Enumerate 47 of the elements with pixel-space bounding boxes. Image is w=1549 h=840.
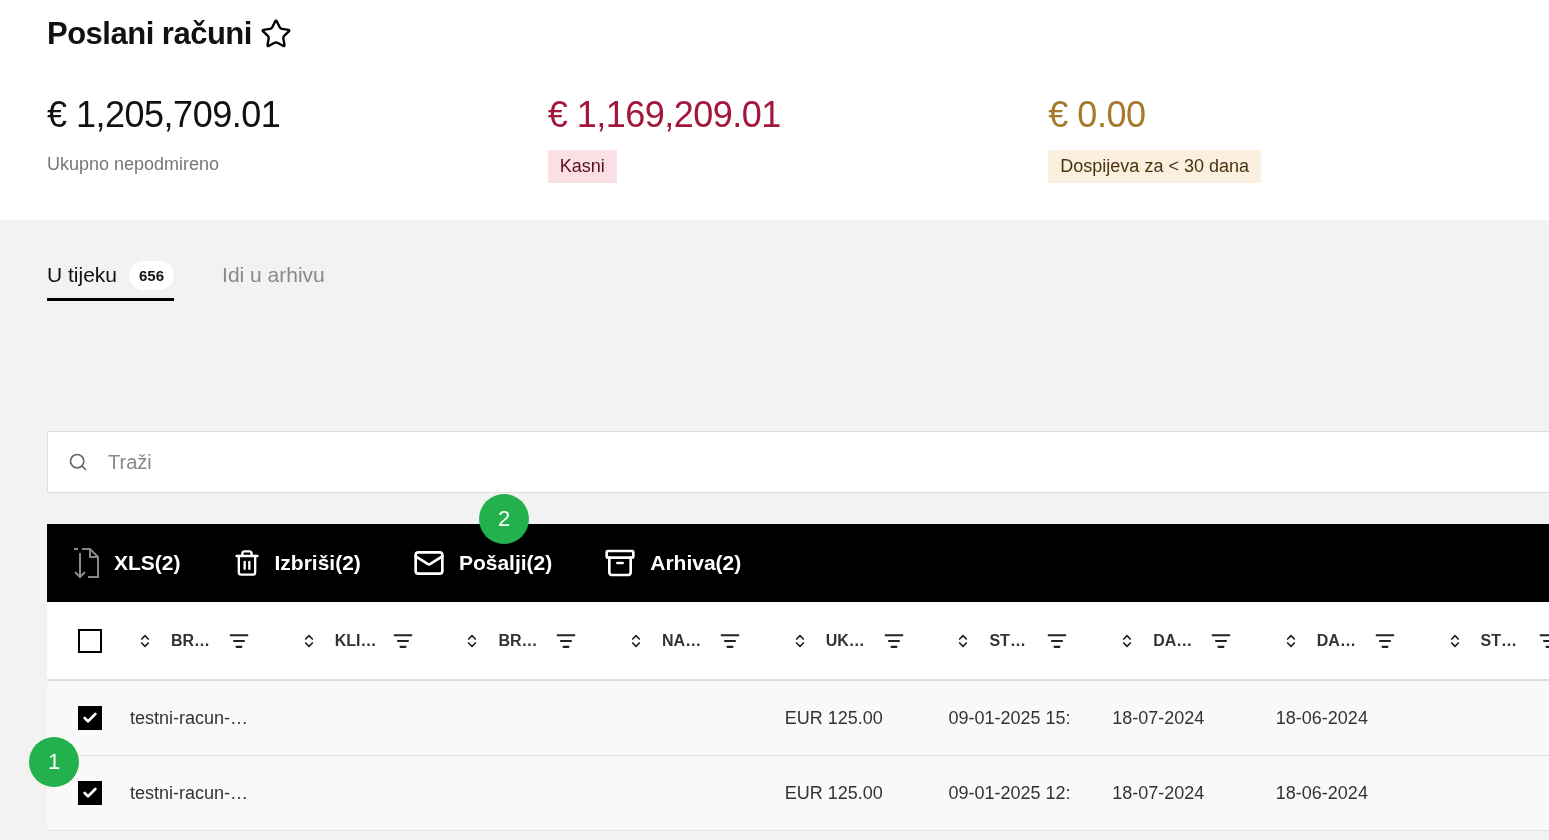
table-cell: 18-07-2024 bbox=[1112, 782, 1205, 803]
tab-label: U tijeku bbox=[47, 263, 118, 287]
count-badge: 656 bbox=[129, 260, 175, 290]
table-cell: testni-racun-… bbox=[130, 707, 249, 728]
tab-label: Idi u arhivu bbox=[222, 263, 325, 287]
toolbar-button[interactable]: Arhiva(2) bbox=[604, 547, 742, 579]
trash-icon bbox=[232, 549, 261, 577]
table-cell: EUR 125.00 bbox=[784, 707, 883, 728]
status-tag: Kasni bbox=[547, 150, 617, 183]
toolbar-button[interactable]: Izbriši(2) bbox=[232, 549, 361, 577]
column-header[interactable]: BR… bbox=[171, 631, 229, 650]
column-header[interactable]: UK… bbox=[825, 631, 884, 650]
check-icon bbox=[82, 710, 98, 726]
amount-text: € 1,169,209.01 bbox=[547, 94, 781, 136]
search-icon bbox=[68, 452, 88, 472]
column-header[interactable]: BR… bbox=[498, 631, 557, 650]
column-header[interactable]: KLI… bbox=[334, 631, 393, 650]
toolbar-button[interactable]: XLS(2) bbox=[72, 547, 181, 579]
column-header[interactable]: ST… bbox=[989, 631, 1048, 650]
checkbox[interactable] bbox=[78, 781, 102, 805]
status-tag: Dospijeva za < 30 dana bbox=[1048, 150, 1261, 183]
tab[interactable]: U tijeku 656 bbox=[47, 252, 175, 301]
archive-box-icon bbox=[604, 547, 637, 579]
search-field[interactable]: Traži bbox=[106, 449, 710, 475]
column-header[interactable]: DA… bbox=[1153, 631, 1212, 650]
page-title: Poslani računi bbox=[47, 16, 252, 52]
amount-text: € 1,205,709.01 bbox=[47, 94, 281, 136]
table-cell: testni-racun-… bbox=[130, 782, 249, 803]
toolbar-button[interactable]: Pošalji(2) bbox=[412, 547, 553, 579]
step-marker: 2 bbox=[479, 494, 529, 544]
file-download-icon bbox=[72, 547, 100, 579]
star-icon[interactable] bbox=[259, 18, 292, 50]
table-cell: 18-06-2024 bbox=[1275, 707, 1368, 728]
table-cell: 18-06-2024 bbox=[1275, 782, 1368, 803]
amount-text: € 0.00 bbox=[1048, 94, 1146, 136]
column-header[interactable]: NA… bbox=[662, 631, 721, 650]
checkbox[interactable] bbox=[78, 706, 102, 730]
stat-label: Ukupno nepodmireno bbox=[47, 153, 220, 176]
table-cell: 09-01-2025 15: bbox=[948, 707, 1071, 728]
check-icon bbox=[82, 785, 98, 801]
table-cell: 18-07-2024 bbox=[1112, 707, 1205, 728]
step-marker: 1 bbox=[29, 737, 79, 787]
checkbox[interactable] bbox=[78, 628, 102, 653]
column-header[interactable]: DA… bbox=[1316, 631, 1375, 650]
column-header[interactable]: ST… bbox=[1480, 631, 1539, 650]
table-cell: EUR 125.00 bbox=[784, 782, 883, 803]
table-cell: 09-01-2025 12: bbox=[948, 782, 1071, 803]
